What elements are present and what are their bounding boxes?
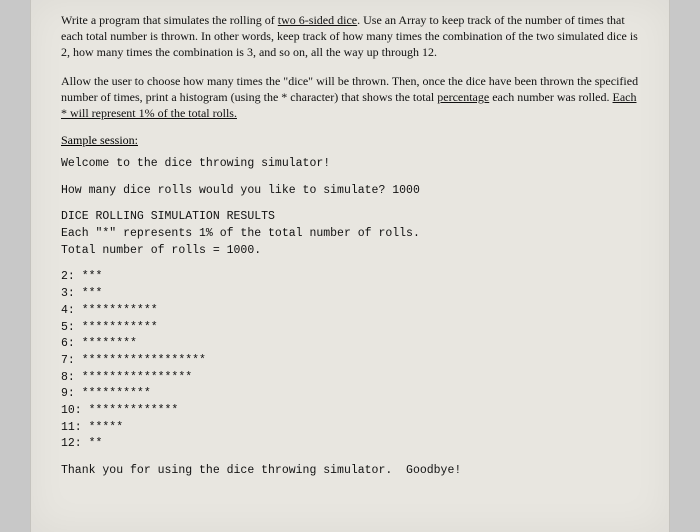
histogram-row: 2: *** — [61, 269, 639, 286]
histogram-row: 9: ********** — [61, 386, 639, 403]
histogram-row: 3: *** — [61, 286, 639, 303]
output-goodbye: Thank you for using the dice throwing si… — [61, 463, 639, 480]
histogram-row: 6: ******** — [61, 336, 639, 353]
para1-underline: two 6-sided dice — [278, 13, 357, 27]
output-results-header: DICE ROLLING SIMULATION RESULTS — [61, 209, 639, 226]
histogram-row: 12: ** — [61, 436, 639, 453]
output-results-total: Total number of rolls = 1000. — [61, 243, 639, 260]
output-prompt: How many dice rolls would you like to si… — [61, 183, 639, 200]
histogram-row: 11: ***** — [61, 420, 639, 437]
histogram-row: 4: *********** — [61, 303, 639, 320]
para2-underline-1: percentage — [437, 90, 489, 104]
histogram-row: 8: **************** — [61, 370, 639, 387]
output-welcome: Welcome to the dice throwing simulator! — [61, 156, 639, 173]
output-results-note: Each "*" represents 1% of the total numb… — [61, 226, 639, 243]
histogram-row: 10: ************* — [61, 403, 639, 420]
paragraph-1: Write a program that simulates the rolli… — [61, 12, 639, 61]
para2-mid: each number was rolled. — [489, 90, 612, 104]
para1-pre: Write a program that simulates the rolli… — [61, 13, 278, 27]
histogram-row: 5: *********** — [61, 320, 639, 337]
histogram-row: 7: ****************** — [61, 353, 639, 370]
document-page: Write a program that simulates the rolli… — [30, 0, 670, 532]
sample-session-label: Sample session: — [61, 133, 639, 148]
paragraph-2: Allow the user to choose how many times … — [61, 73, 639, 122]
